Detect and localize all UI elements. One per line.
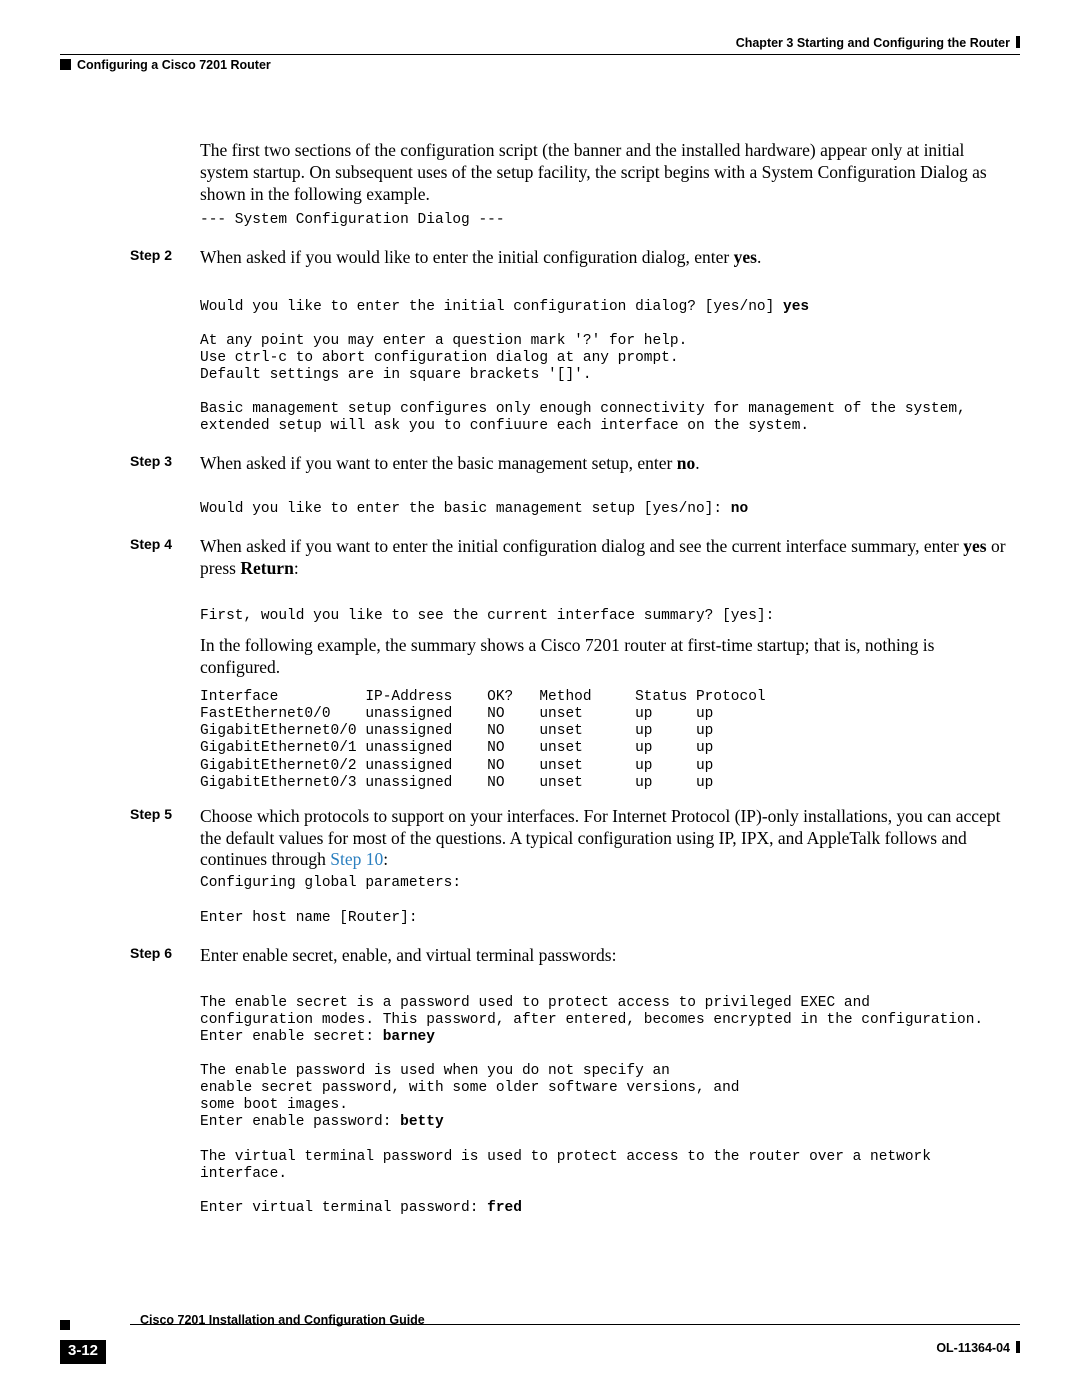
step-6-body: Enter enable secret, enable, and virtual… xyxy=(200,945,1016,967)
footer-page-number: 3-12 xyxy=(60,1340,106,1364)
step-4-mono2: Interface IP-Address OK? Method Status P… xyxy=(200,689,1016,792)
step-4-mono1: First, would you like to see the current… xyxy=(200,608,1016,625)
step-3-body-suffix: . xyxy=(695,453,699,473)
footer-square-icon xyxy=(60,1320,70,1330)
step-4-body: When asked if you want to enter the init… xyxy=(200,536,1016,580)
step-5-body: Choose which protocols to support on you… xyxy=(200,806,1016,872)
step-5-mono: Configuring global parameters: Enter hos… xyxy=(200,875,1016,926)
step-6-mono-a2-bold: betty xyxy=(400,1114,444,1130)
step-4-body-bold2: Return xyxy=(240,558,293,578)
step-6-label: Step 6 xyxy=(130,945,194,963)
header-section: Configuring a Cisco 7201 Router xyxy=(60,58,271,74)
header-chapter: Chapter 3 Starting and Configuring the R… xyxy=(736,36,1020,52)
step-2-mono-rest: At any point you may enter a question ma… xyxy=(200,333,966,435)
page-header: Chapter 3 Starting and Configuring the R… xyxy=(60,36,1020,74)
step-6-mono-a1: The enable secret is a password used to … xyxy=(200,995,983,1045)
step-6-mono-a3: The virtual terminal password is used to… xyxy=(200,1149,931,1216)
step-2-mono: Would you like to enter the initial conf… xyxy=(200,299,1016,436)
header-square-icon xyxy=(60,59,71,70)
step-6-mono-a1-bold: barney xyxy=(383,1029,435,1045)
step-2-mono-bold: yes xyxy=(783,299,809,315)
step-3-body-prefix: When asked if you want to enter the basi… xyxy=(200,453,677,473)
step-4: Step 4 When asked if you want to enter t… xyxy=(200,536,1016,791)
step-5-label: Step 5 xyxy=(130,806,194,824)
step-5-body-link[interactable]: Step 10 xyxy=(330,849,383,869)
step-3-label: Step 3 xyxy=(130,453,194,471)
step-2-body-prefix: When asked if you would like to enter th… xyxy=(200,247,734,267)
header-bar-icon xyxy=(1016,36,1020,48)
step-4-label: Step 4 xyxy=(130,536,194,554)
footer-rule-wrap: Cisco 7201 Installation and Configuratio… xyxy=(60,1313,1020,1335)
step-3: Step 3 When asked if you want to enter t… xyxy=(200,453,1016,518)
content: The first two sections of the configurat… xyxy=(60,74,1020,1217)
step-2-body-suffix: . xyxy=(757,247,761,267)
intro-paragraph: The first two sections of the configurat… xyxy=(200,140,1016,206)
step-2-body-bold: yes xyxy=(734,247,757,267)
step-5-body-suffix: : xyxy=(383,849,388,869)
page: Chapter 3 Starting and Configuring the R… xyxy=(0,0,1080,1397)
step-2-body: When asked if you would like to enter th… xyxy=(200,247,1016,269)
step-4-body-bold1: yes xyxy=(963,536,986,556)
step-2-mono-line1: Would you like to enter the initial conf… xyxy=(200,299,783,315)
footer-title: Cisco 7201 Installation and Configuratio… xyxy=(140,1313,425,1329)
step-4-body-prefix: When asked if you want to enter the init… xyxy=(200,536,963,556)
step-4-body-suffix: : xyxy=(294,558,299,578)
step-6-mono-a3-bold: fred xyxy=(487,1200,522,1216)
step-3-body-bold: no xyxy=(677,453,695,473)
step-5-body-prefix: Choose which protocols to support on you… xyxy=(200,806,1000,870)
step-2: Step 2 When asked if you would like to e… xyxy=(200,247,1016,436)
step-6: Step 6 Enter enable secret, enable, and … xyxy=(200,945,1016,1217)
header-chapter-text: Chapter 3 Starting and Configuring the R… xyxy=(736,36,1010,50)
step-3-mono-bold: no xyxy=(731,501,748,517)
step-5: Step 5 Choose which protocols to support… xyxy=(200,806,1016,927)
step-6-mono-a2: The enable password is used when you do … xyxy=(200,1063,740,1130)
header-rule xyxy=(60,54,1020,55)
step-3-mono-line1: Would you like to enter the basic manage… xyxy=(200,501,731,517)
page-footer: Cisco 7201 Installation and Configuratio… xyxy=(60,1313,1020,1361)
step-2-label: Step 2 xyxy=(130,247,194,265)
footer-bottom-row: 3-12 OL-11364-04 xyxy=(60,1339,1020,1361)
step-6-mono: The enable secret is a password used to … xyxy=(200,995,1016,1217)
step-4-para2: In the following example, the summary sh… xyxy=(200,635,1016,679)
intro-mono: --- System Configuration Dialog --- xyxy=(200,212,1016,229)
footer-doc-id: OL-11364-04 xyxy=(936,1341,1020,1357)
step-3-body: When asked if you want to enter the basi… xyxy=(200,453,1016,475)
footer-bar-icon xyxy=(1016,1341,1020,1353)
footer-doc-id-text: OL-11364-04 xyxy=(936,1341,1010,1355)
header-section-text: Configuring a Cisco 7201 Router xyxy=(77,58,271,72)
step-3-mono: Would you like to enter the basic manage… xyxy=(200,501,1016,518)
